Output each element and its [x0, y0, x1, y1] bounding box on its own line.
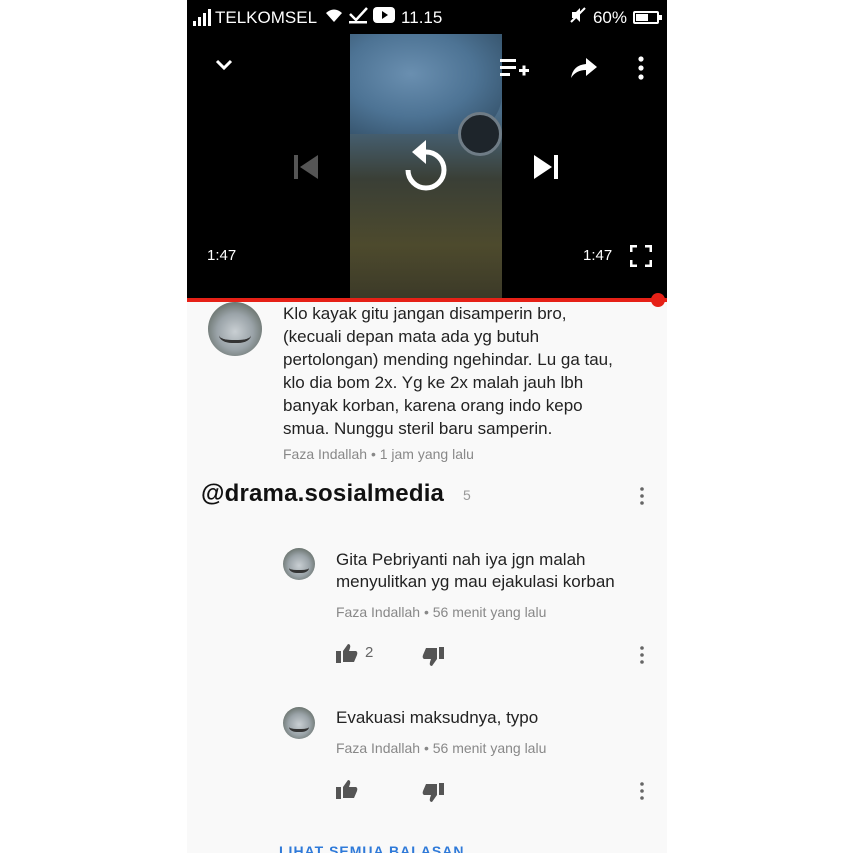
reply-text: Evakuasi maksudnya, typo [336, 708, 539, 727]
thumbs-up-icon[interactable] [335, 778, 359, 800]
wifi-icon [325, 8, 343, 28]
phone-screen: TELKOMSEL 11.15 60% 1:47 1:47 Klo kayak … [187, 0, 667, 853]
avatar[interactable] [208, 302, 262, 356]
replay-icon[interactable] [401, 136, 451, 198]
comment-meta: Faza Indallah • 1 jam yang lalu [283, 446, 474, 462]
fullscreen-icon[interactable] [629, 244, 653, 268]
more-vert-icon[interactable] [635, 644, 649, 666]
current-time: 1:47 [207, 247, 237, 264]
avatar[interactable] [283, 548, 315, 580]
signal-icon [193, 8, 211, 26]
watermark-text: @drama.sosialmedia [201, 480, 445, 507]
obscured-count: 5 [463, 487, 471, 503]
chevron-down-icon[interactable] [211, 52, 237, 78]
add-to-playlist-icon[interactable] [499, 54, 531, 82]
reply-meta: Faza Indallah • 56 menit yang lalu [336, 604, 547, 620]
youtube-icon [373, 7, 396, 28]
more-vert-icon[interactable] [631, 54, 651, 82]
duration: 1:47 [583, 247, 613, 264]
previous-icon[interactable] [291, 152, 321, 182]
more-vert-icon[interactable] [635, 780, 649, 802]
reply-text: Gita Pebriyanti nah iya jgn malah menyul… [336, 550, 615, 591]
next-icon[interactable] [531, 152, 561, 182]
avatar[interactable] [283, 707, 315, 739]
status-bar: TELKOMSEL 11.15 60% [187, 0, 667, 34]
clock-time: 11.15 [401, 7, 443, 27]
like-count: 2 [365, 644, 374, 661]
mute-icon [569, 6, 587, 29]
download-check-icon [347, 6, 369, 29]
thumbs-down-icon[interactable] [421, 646, 445, 668]
video-player[interactable]: 1:47 1:47 [187, 34, 667, 298]
thumbs-up-icon[interactable] [335, 642, 359, 664]
thumbs-down-icon[interactable] [421, 782, 445, 804]
comment-text: Klo kayak gitu jangan disamperin bro, (k… [283, 304, 613, 438]
reply-meta: Faza Indallah • 56 menit yang lalu [336, 740, 547, 756]
battery-icon [633, 11, 662, 24]
view-all-replies-link[interactable]: LIHAT SEMUA BALASAN [279, 843, 464, 853]
more-vert-icon[interactable] [635, 485, 649, 507]
carrier-name: TELKOMSEL [215, 7, 318, 27]
share-icon[interactable] [569, 54, 599, 82]
battery-percent: 60% [592, 7, 627, 27]
